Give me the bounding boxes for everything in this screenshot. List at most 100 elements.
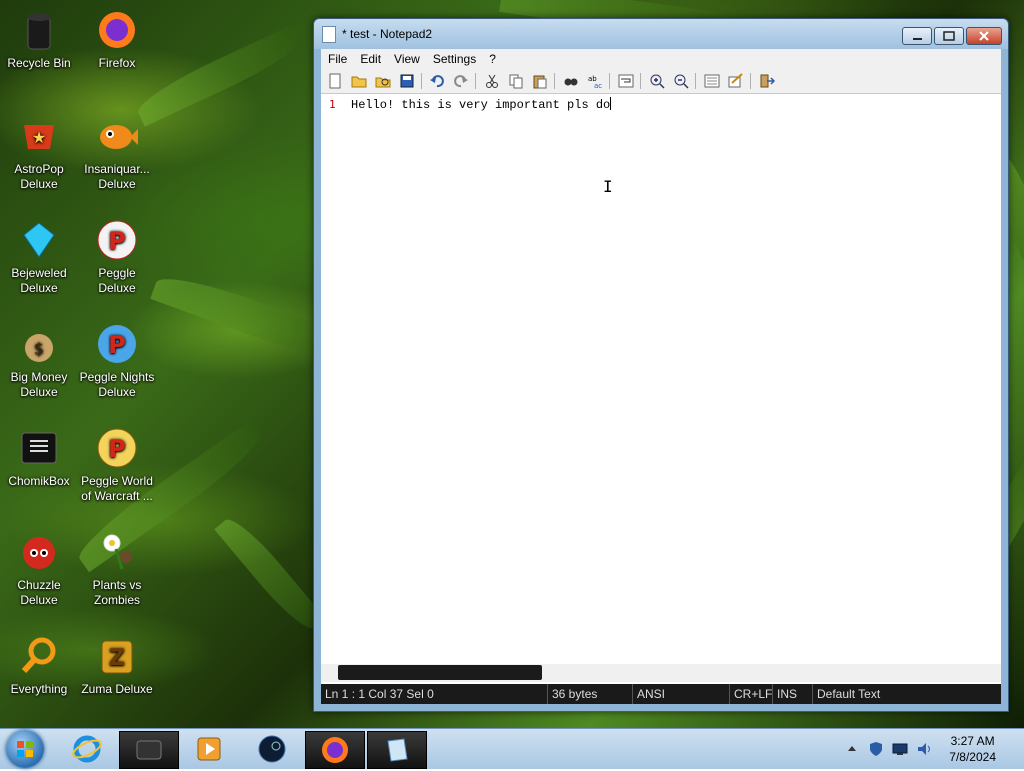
window-title: * test - Notepad2 — [342, 27, 433, 41]
minimize-button[interactable] — [902, 27, 932, 45]
desktop-icon-chomikbox[interactable]: ChomikBox — [1, 424, 77, 489]
line-number-gutter: 1 — [321, 94, 338, 684]
desktop-icon-label: Peggle World of Warcraft ... — [81, 474, 153, 503]
customize-button[interactable] — [727, 72, 745, 90]
maximize-button[interactable] — [934, 27, 964, 45]
start-button[interactable] — [6, 730, 44, 768]
desktop-icon-plants-vs-zombies[interactable]: Plants vs Zombies — [79, 528, 155, 608]
find-icon — [564, 78, 578, 86]
browse-icon — [375, 77, 391, 88]
scrollbar-thumb[interactable] — [338, 665, 542, 680]
tray-overflow-icon[interactable] — [844, 741, 860, 757]
status-mode: INS — [773, 684, 813, 704]
menu-settings[interactable]: Settings — [426, 49, 482, 66]
exit-button[interactable] — [758, 72, 776, 90]
taskbar: 3:27 AM 7/8/2024 — [0, 728, 1024, 769]
desktop-icon-big-money[interactable]: $ Big Money Deluxe — [1, 320, 77, 400]
new-icon — [329, 73, 341, 89]
desktop-icon-firefox[interactable]: Firefox — [79, 6, 155, 71]
desktop-icon-peggle[interactable]: P Peggle Deluxe — [79, 216, 155, 296]
status-scheme[interactable]: Default Text — [813, 684, 997, 704]
find-button[interactable] — [562, 72, 580, 90]
restore-icon — [943, 31, 955, 41]
zoom-out-button[interactable] — [672, 72, 690, 90]
desktop-icon-label: Zuma Deluxe — [81, 682, 153, 696]
desktop-icon-label: Everything — [10, 682, 68, 696]
status-encoding[interactable]: ANSI — [633, 684, 730, 704]
desktop-icon-label: Firefox — [98, 56, 136, 70]
desktop-icon-zuma[interactable]: Z Zuma Deluxe — [79, 632, 155, 697]
desktop-icon-label: Chuzzle Deluxe — [17, 578, 61, 607]
close-button[interactable] — [966, 27, 1002, 45]
word-wrap-button[interactable] — [617, 72, 635, 90]
chomikbox-icon — [15, 424, 63, 472]
clock[interactable]: 3:27 AM 7/8/2024 — [949, 733, 996, 765]
taskbar-chomikbox[interactable] — [119, 731, 179, 769]
replace-button[interactable]: ab ac — [586, 72, 604, 90]
desktop-icon-bejeweled[interactable]: Bejeweled Deluxe — [1, 216, 77, 296]
new-button[interactable] — [326, 72, 344, 90]
security-shield-icon[interactable] — [868, 741, 884, 757]
desktop-icon-peggle-wow[interactable]: P Peggle World of Warcraft ... — [79, 424, 155, 504]
toolbar: ab ac — [321, 69, 1001, 94]
paste-button[interactable] — [531, 72, 549, 90]
customize-icon — [728, 73, 743, 88]
ibeam-cursor-icon: I — [603, 177, 613, 196]
svg-text:P: P — [108, 435, 126, 463]
desktop-icon-label: AstroPop Deluxe — [14, 162, 64, 191]
save-icon — [400, 74, 414, 88]
network-icon[interactable] — [892, 741, 908, 757]
redo-button[interactable] — [452, 72, 470, 90]
scheme-icon — [704, 74, 720, 88]
desktop-icon-everything[interactable]: Everything — [1, 632, 77, 697]
clock-time: 3:27 AM — [950, 734, 995, 748]
line-number: 1 — [329, 98, 336, 111]
text-editor[interactable]: 1 Hello! this is very important pls do I — [321, 94, 1001, 684]
horizontal-scrollbar[interactable] — [321, 664, 1001, 682]
taskbar-firefox[interactable] — [305, 731, 365, 769]
desktop-icon-peggle-nights[interactable]: P Peggle Nights Deluxe — [79, 320, 155, 400]
svg-text:P: P — [108, 331, 126, 359]
desktop-icon-chuzzle[interactable]: Chuzzle Deluxe — [1, 528, 77, 608]
desktop-icon-label: Recycle Bin — [7, 56, 71, 70]
desktop-icon-astropop[interactable]: ★ AstroPop Deluxe — [1, 112, 77, 192]
editor-text: Hello! this is very important pls do — [351, 98, 611, 112]
firefox-icon — [322, 737, 348, 763]
status-bar: Ln 1 : 1 Col 37 Sel 0 36 bytes ANSI CR+L… — [321, 684, 1001, 704]
taskbar-steam[interactable] — [243, 731, 301, 767]
cut-button[interactable] — [483, 72, 501, 90]
zoom-in-button[interactable] — [648, 72, 666, 90]
title-bar[interactable]: * test - Notepad2 — [314, 19, 1008, 49]
clock-date: 7/8/2024 — [949, 750, 996, 764]
status-position: Ln 1 : 1 Col 37 Sel 0 — [321, 684, 548, 704]
taskbar-notepad2[interactable] — [367, 731, 427, 769]
paste-icon — [533, 75, 547, 89]
peggle-nights-icon: P — [93, 320, 141, 368]
internet-explorer-icon — [72, 735, 102, 763]
menu-help[interactable]: ? — [482, 49, 502, 66]
desktop-icon-label: ChomikBox — [8, 474, 70, 488]
menu-edit[interactable]: Edit — [353, 49, 387, 66]
steam-icon — [258, 735, 286, 763]
media-player-icon — [197, 737, 221, 761]
menu-file[interactable]: File — [321, 49, 353, 66]
status-eol[interactable]: CR+LF — [730, 684, 773, 704]
menu-view[interactable]: View — [387, 49, 426, 66]
svg-text:ac: ac — [594, 82, 602, 89]
save-button[interactable] — [398, 72, 416, 90]
zoom-in-icon — [650, 74, 665, 89]
open-button[interactable] — [350, 72, 368, 90]
copy-button[interactable] — [507, 72, 525, 90]
open-icon — [351, 76, 367, 88]
taskbar-media-player[interactable] — [180, 731, 238, 767]
desktop-icon-insaniquarium[interactable]: Insaniquar... Deluxe — [79, 112, 155, 192]
taskbar-internet-explorer[interactable] — [58, 731, 116, 767]
chuzzle-icon — [15, 528, 63, 576]
undo-button[interactable] — [428, 72, 446, 90]
volume-icon[interactable] — [916, 741, 932, 757]
browse-button[interactable] — [374, 72, 392, 90]
zoom-out-icon — [674, 74, 689, 89]
scheme-button[interactable] — [703, 72, 721, 90]
desktop-icon-recycle-bin[interactable]: Recycle Bin — [1, 6, 77, 71]
close-icon — [979, 31, 989, 41]
